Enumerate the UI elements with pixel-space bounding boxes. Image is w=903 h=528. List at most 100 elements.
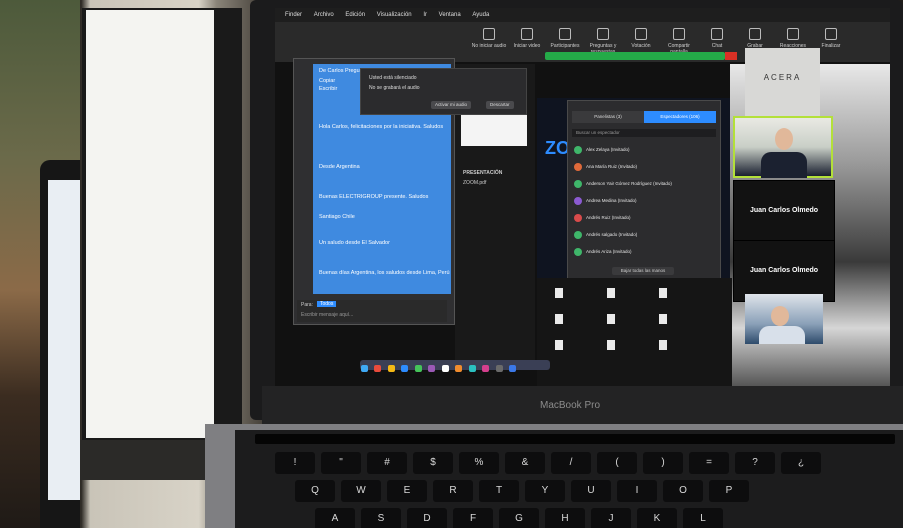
menu-item[interactable]: Ventana [439,12,461,18]
key[interactable]: Y [525,480,565,502]
recording-indicator [725,52,737,60]
key[interactable]: & [505,452,545,474]
key[interactable]: I [617,480,657,502]
lower-all-hands-button[interactable]: Bajar todas las manos [612,267,674,275]
key[interactable]: ) [643,452,683,474]
key[interactable]: E [387,480,427,502]
key[interactable]: S [361,508,401,528]
menu-item[interactable]: Ayuda [472,12,489,18]
participant-row[interactable]: Andrés Ariza (Invitado) [574,245,632,259]
dock-app-icon[interactable] [495,364,503,372]
key[interactable]: A [315,508,355,528]
dock-app-icon[interactable] [401,364,409,372]
file-icon[interactable] [607,314,615,324]
menu-item[interactable]: Edición [345,12,365,18]
menu-item[interactable]: Archivo [314,12,334,18]
tab-attendees[interactable]: Espectadores (106) [644,111,716,123]
secondary-laptop-screen [48,180,80,500]
poll-button[interactable]: Votación [622,28,660,49]
menu-item[interactable]: Ir [423,12,427,18]
file-icon[interactable] [555,314,563,324]
key[interactable]: " [321,452,361,474]
menu-item[interactable]: Finder [285,12,302,18]
participant-row[interactable]: Alex Zelaya (Invitado) [574,143,630,157]
key[interactable]: Q [295,480,335,502]
participant-row[interactable]: Andrea Medina (Invitado) [574,194,637,208]
chat-message: Santiago Chile [319,214,355,220]
key[interactable]: K [637,508,677,528]
participant-search-input[interactable]: Buscar un espectador [572,129,716,137]
file-icon[interactable] [555,288,563,298]
key[interactable]: D [407,508,447,528]
key[interactable]: G [499,508,539,528]
avatar [574,247,582,256]
dismiss-button[interactable]: Descartar [486,101,514,109]
chat-recipient-select[interactable]: Todos [317,301,337,307]
chat-icon [711,28,723,40]
file-icon[interactable] [555,340,563,350]
file-icon[interactable] [659,288,667,298]
key[interactable]: L [683,508,723,528]
dock-app-icon[interactable] [374,364,382,372]
touch-bar[interactable] [255,434,895,444]
key[interactable]: ( [597,452,637,474]
key[interactable]: = [689,452,729,474]
participant-row[interactable]: Andrés Ruiz (Invitado) [574,211,631,225]
key[interactable]: P [709,480,749,502]
file-icon[interactable] [607,288,615,298]
file-icon[interactable] [607,340,615,350]
dock-app-icon[interactable] [361,364,368,372]
key[interactable]: W [341,480,381,502]
key[interactable]: # [367,452,407,474]
chat-message-input[interactable]: Escribir mensaje aquí... [301,312,353,318]
share-screen-button[interactable]: Compartir pantalla [660,28,698,55]
participant-row[interactable]: Andrés salgado (Invitado) [574,228,637,242]
video-tile-acera[interactable]: ACERA [745,48,820,116]
video-tile-participant[interactable] [745,294,823,344]
participant-row[interactable]: Ana María Ruiz (Invitado) [574,160,637,174]
video-tile-active-speaker[interactable] [733,116,833,178]
key[interactable]: T [479,480,519,502]
qa-button[interactable]: Preguntas y respuestas [584,28,622,55]
key[interactable]: U [571,480,611,502]
tab-panelists[interactable]: Panelistas (3) [572,111,644,123]
dock-app-icon[interactable] [441,364,449,372]
chat-context-item[interactable]: Escribir [319,86,337,92]
file-icon[interactable] [659,340,667,350]
unmute-button[interactable]: Activar mi audio [431,101,472,109]
chat-context-item[interactable]: Copiar [319,78,335,84]
key[interactable]: R [433,480,473,502]
file-icon[interactable] [659,314,667,324]
key[interactable]: J [591,508,631,528]
video-label: ACERA [763,73,802,82]
key[interactable]: $ [413,452,453,474]
participants-tabs: Panelistas (3) Espectadores (106) [572,111,716,123]
video-tile-name[interactable]: Juan Carlos Olmedo [733,240,835,302]
dock-app-icon[interactable] [508,364,516,372]
dock-app-icon[interactable] [468,364,476,372]
dock-app-icon[interactable] [414,364,422,372]
reactions-button[interactable]: Reacciones [774,28,812,49]
key[interactable]: F [453,508,493,528]
participant-row[interactable]: Anderson Yair Gómez Rodríguez (Invitado) [574,177,672,191]
record-button[interactable]: Grabar [736,28,774,49]
camera-icon [521,28,533,40]
key[interactable]: ¿ [781,452,821,474]
key[interactable]: O [663,480,703,502]
dock-app-icon[interactable] [455,364,463,372]
audio-button[interactable]: No iniciar audio [470,28,508,49]
video-button[interactable]: Iniciar video [508,28,546,49]
dock-app-icon[interactable] [387,364,395,372]
participants-button[interactable]: Participantes [546,28,584,49]
chat-button[interactable]: Chat [698,28,736,49]
video-tile-name[interactable]: Juan Carlos Olmedo [733,180,835,242]
end-button[interactable]: Finalizar [812,28,850,49]
key[interactable]: % [459,452,499,474]
dock-app-icon[interactable] [428,364,436,372]
key[interactable]: ! [275,452,315,474]
key[interactable]: H [545,508,585,528]
dock-app-icon[interactable] [482,364,490,372]
menu-item[interactable]: Visualización [377,12,412,18]
key[interactable]: / [551,452,591,474]
key[interactable]: ? [735,452,775,474]
